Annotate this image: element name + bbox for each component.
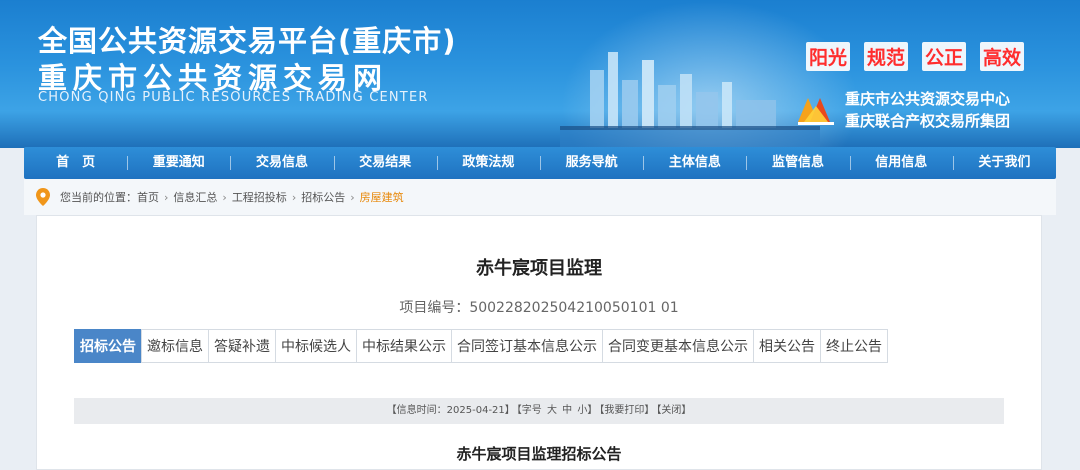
nav-home[interactable]: 首 页 bbox=[24, 147, 127, 179]
nav-about-us[interactable]: 关于我们 bbox=[952, 147, 1056, 179]
organization-names: 重庆市公共资源交易中心 重庆联合产权交易所集团 bbox=[845, 88, 1010, 132]
city-skyline-image bbox=[560, 52, 820, 148]
breadcrumb-building-construction[interactable]: 房屋建筑 bbox=[360, 189, 404, 205]
tab-winning-candidates[interactable]: 中标候选人 bbox=[275, 329, 357, 363]
org-name-center: 重庆市公共资源交易中心 bbox=[845, 90, 1011, 108]
tab-award-result[interactable]: 中标结果公示 bbox=[356, 329, 452, 363]
project-code: 项目编号：500228202504210050101 01 bbox=[37, 297, 1041, 317]
slogan-fair: 公正 bbox=[922, 42, 967, 71]
breadcrumb-info-summary[interactable]: 信息汇总 bbox=[173, 189, 217, 205]
org-name-group: 重庆联合产权交易所集团 bbox=[845, 112, 1011, 130]
breadcrumb-tender-notice[interactable]: 招标公告 bbox=[301, 189, 345, 205]
nav-trade-info[interactable]: 交易信息 bbox=[230, 147, 333, 179]
tab-qa-addendum[interactable]: 答疑补遗 bbox=[208, 329, 276, 363]
font-size-small-button[interactable]: 小】 bbox=[577, 405, 597, 416]
nav-credit-info[interactable]: 信用信息 bbox=[849, 147, 953, 179]
project-code-value: 500228202504210050101 01 bbox=[469, 300, 679, 316]
slogan-standard: 规范 bbox=[864, 42, 909, 71]
info-time: 【信息时间：2025-04-21】 bbox=[386, 405, 515, 416]
breadcrumb-separator: › bbox=[350, 190, 355, 204]
print-button[interactable]: 【我要打印】 bbox=[599, 405, 654, 416]
notice-tabs: 招标公告 邀标信息 答疑补遗 中标候选人 中标结果公示 合同签订基本信息公示 合… bbox=[74, 329, 888, 363]
site-title: 全国公共资源交易平台(重庆市) bbox=[38, 24, 457, 58]
breadcrumb-engineering-bidding[interactable]: 工程招投标 bbox=[232, 189, 287, 205]
info-bar: 【信息时间：2025-04-21】 【字号 大 中 小】 【我要打印】 【关闭】 bbox=[74, 398, 1004, 424]
breadcrumb: 您当前的位置： 首页 › 信息汇总 › 工程招投标 › 招标公告 › 房屋建筑 bbox=[24, 179, 1056, 215]
project-title: 赤牛宸项目监理 bbox=[476, 258, 602, 279]
close-button[interactable]: 【关闭】 bbox=[656, 405, 691, 416]
font-size-medium-button[interactable]: 中 bbox=[562, 405, 572, 416]
nav-entity-info[interactable]: 主体信息 bbox=[643, 147, 746, 179]
font-size-large-button[interactable]: 大 bbox=[547, 405, 557, 416]
breadcrumb-home[interactable]: 首页 bbox=[137, 189, 159, 205]
nav-supervision-info[interactable]: 监管信息 bbox=[746, 147, 849, 179]
content-panel: 赤牛宸项目监理 项目编号：500228202504210050101 01 招标… bbox=[36, 215, 1042, 470]
nav-trade-results[interactable]: 交易结果 bbox=[333, 147, 437, 179]
breadcrumb-separator: › bbox=[291, 190, 297, 204]
slogan-group: 阳光 规范 公正 高效 bbox=[806, 42, 1025, 71]
tab-contract-signing[interactable]: 合同签订基本信息公示 bbox=[451, 329, 603, 363]
nav-policies[interactable]: 政策法规 bbox=[436, 147, 540, 179]
breadcrumb-separator: › bbox=[164, 190, 169, 204]
nav-service-guide[interactable]: 服务导航 bbox=[540, 147, 643, 179]
font-size-label: 【字号 bbox=[516, 405, 542, 416]
tab-related-notices[interactable]: 相关公告 bbox=[753, 329, 821, 363]
tab-termination-notice[interactable]: 终止公告 bbox=[820, 329, 888, 363]
main-nav: 首 页 重要通知 交易信息 交易结果 政策法规 服务导航 主体信息 监管信息 信… bbox=[24, 147, 1056, 179]
tab-tender-notice[interactable]: 招标公告 bbox=[74, 329, 142, 363]
slogan-efficient: 高效 bbox=[980, 42, 1025, 71]
document-title: 赤牛宸项目监理招标公告 bbox=[456, 445, 622, 463]
breadcrumb-prefix: 您当前的位置： bbox=[60, 191, 137, 204]
cq-resources-logo-icon bbox=[798, 98, 834, 125]
location-pin-icon bbox=[36, 188, 50, 206]
header-banner: 全国公共资源交易平台(重庆市) 重庆市公共资源交易网 CHONG QING PU… bbox=[0, 0, 1080, 148]
tab-invitation-info[interactable]: 邀标信息 bbox=[141, 329, 209, 363]
breadcrumb-separator: › bbox=[222, 190, 227, 204]
project-code-label: 项目编号： bbox=[399, 300, 470, 316]
slogan-sunshine: 阳光 bbox=[806, 42, 851, 71]
site-title-english: CHONG QING PUBLIC RESOURCES TRADING CENT… bbox=[38, 90, 429, 105]
nav-important-notices[interactable]: 重要通知 bbox=[127, 147, 230, 179]
tab-contract-change[interactable]: 合同变更基本信息公示 bbox=[602, 329, 754, 363]
